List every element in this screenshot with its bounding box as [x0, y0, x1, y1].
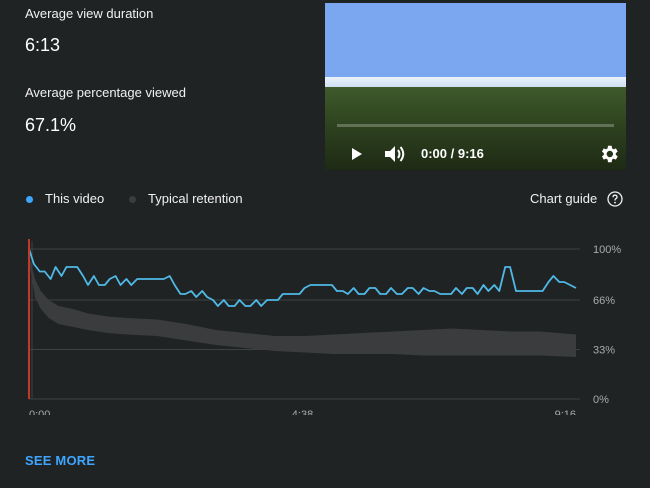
help-icon[interactable]	[607, 191, 623, 207]
typical-retention-band	[29, 255, 576, 357]
typical-retention-legend-label: Typical retention	[148, 191, 243, 206]
y-tick-label: 66%	[593, 295, 615, 307]
video-time-display: 0:00 / 9:16	[421, 146, 484, 161]
x-tick-label: 0:00	[29, 409, 50, 415]
play-icon[interactable]	[346, 144, 366, 164]
see-more-button[interactable]: SEE MORE	[25, 453, 95, 468]
video-progress-bar[interactable]	[337, 124, 614, 127]
volume-icon[interactable]	[383, 143, 407, 165]
video-frame-horizon	[325, 77, 626, 87]
x-tick-label: 4:38	[292, 409, 313, 415]
x-tick-label: 9:16	[555, 409, 576, 415]
avg-view-duration-value: 6:13	[25, 35, 61, 55]
retention-chart: 100% 66% 33% 0% 0:00 4:38 9:16	[28, 239, 621, 415]
this-video-legend-dot	[26, 196, 33, 203]
gear-icon[interactable]	[598, 143, 620, 165]
this-video-legend-label: This video	[45, 191, 105, 206]
avg-view-duration-label: Average view duration	[25, 6, 154, 21]
typical-retention-legend-dot	[129, 196, 136, 203]
this-video-line	[28, 248, 577, 307]
video-player[interactable]: 0:00 / 9:16	[325, 3, 626, 170]
avg-percentage-viewed-value: 67.1%	[25, 115, 77, 135]
video-frame-sky	[325, 3, 626, 81]
y-tick-label: 0%	[593, 394, 609, 406]
y-tick-label: 100%	[593, 244, 621, 256]
chart-guide-link[interactable]: Chart guide	[530, 191, 597, 206]
avg-percentage-viewed-label: Average percentage viewed	[25, 85, 186, 100]
y-tick-label: 33%	[593, 345, 615, 357]
